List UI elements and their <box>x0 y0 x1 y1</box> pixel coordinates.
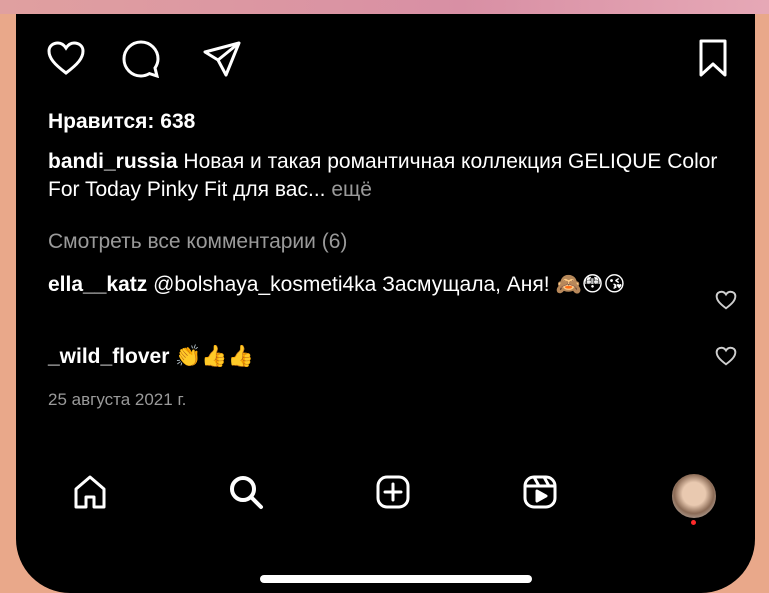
comment-item: _wild_flover 👏👍👍 <box>48 342 685 371</box>
home-icon[interactable] <box>72 474 108 510</box>
likes-count[interactable]: Нравится: 638 <box>48 108 731 136</box>
reels-icon[interactable] <box>522 474 558 510</box>
share-icon[interactable] <box>202 40 242 78</box>
bookmark-icon[interactable] <box>698 38 728 78</box>
comment-like-heart-icon[interactable] <box>715 290 737 310</box>
new-post-icon[interactable] <box>375 474 411 510</box>
comment-username[interactable]: _wild_flover <box>48 345 169 368</box>
comment-like-heart-icon[interactable] <box>715 346 737 366</box>
comment-text: @bolshaya_kosmeti4ka Засмущала, Аня! <box>153 273 550 296</box>
heart-icon[interactable] <box>46 40 86 76</box>
bottom-tab-bar <box>16 460 755 520</box>
pink-top-strip <box>0 0 769 14</box>
caption-username[interactable]: bandi_russia <box>48 150 178 173</box>
comment-icon[interactable] <box>122 40 160 78</box>
search-icon[interactable] <box>228 474 264 510</box>
view-all-comments-link[interactable]: Смотреть все комментарии (6) <box>48 228 731 256</box>
phone-screen: Нравится: 638 bandi_russia Новая и такая… <box>16 14 755 593</box>
profile-avatar[interactable] <box>670 472 718 520</box>
notification-dot <box>691 520 696 525</box>
comment-item: ella__katz @bolshaya_kosmeti4ka Засмущал… <box>48 270 685 299</box>
comment-emoji: 👏👍👍 <box>175 344 254 368</box>
caption-more-link[interactable]: ещё <box>331 178 372 201</box>
comment-emoji: 🙈😳😘 <box>555 272 626 296</box>
post-caption: bandi_russia Новая и такая романтичная к… <box>48 148 731 204</box>
home-indicator[interactable] <box>260 575 532 583</box>
post-actions-bar <box>16 14 755 78</box>
comment-username[interactable]: ella__katz <box>48 273 147 296</box>
post-date: 25 августа 2021 г. <box>48 390 187 409</box>
